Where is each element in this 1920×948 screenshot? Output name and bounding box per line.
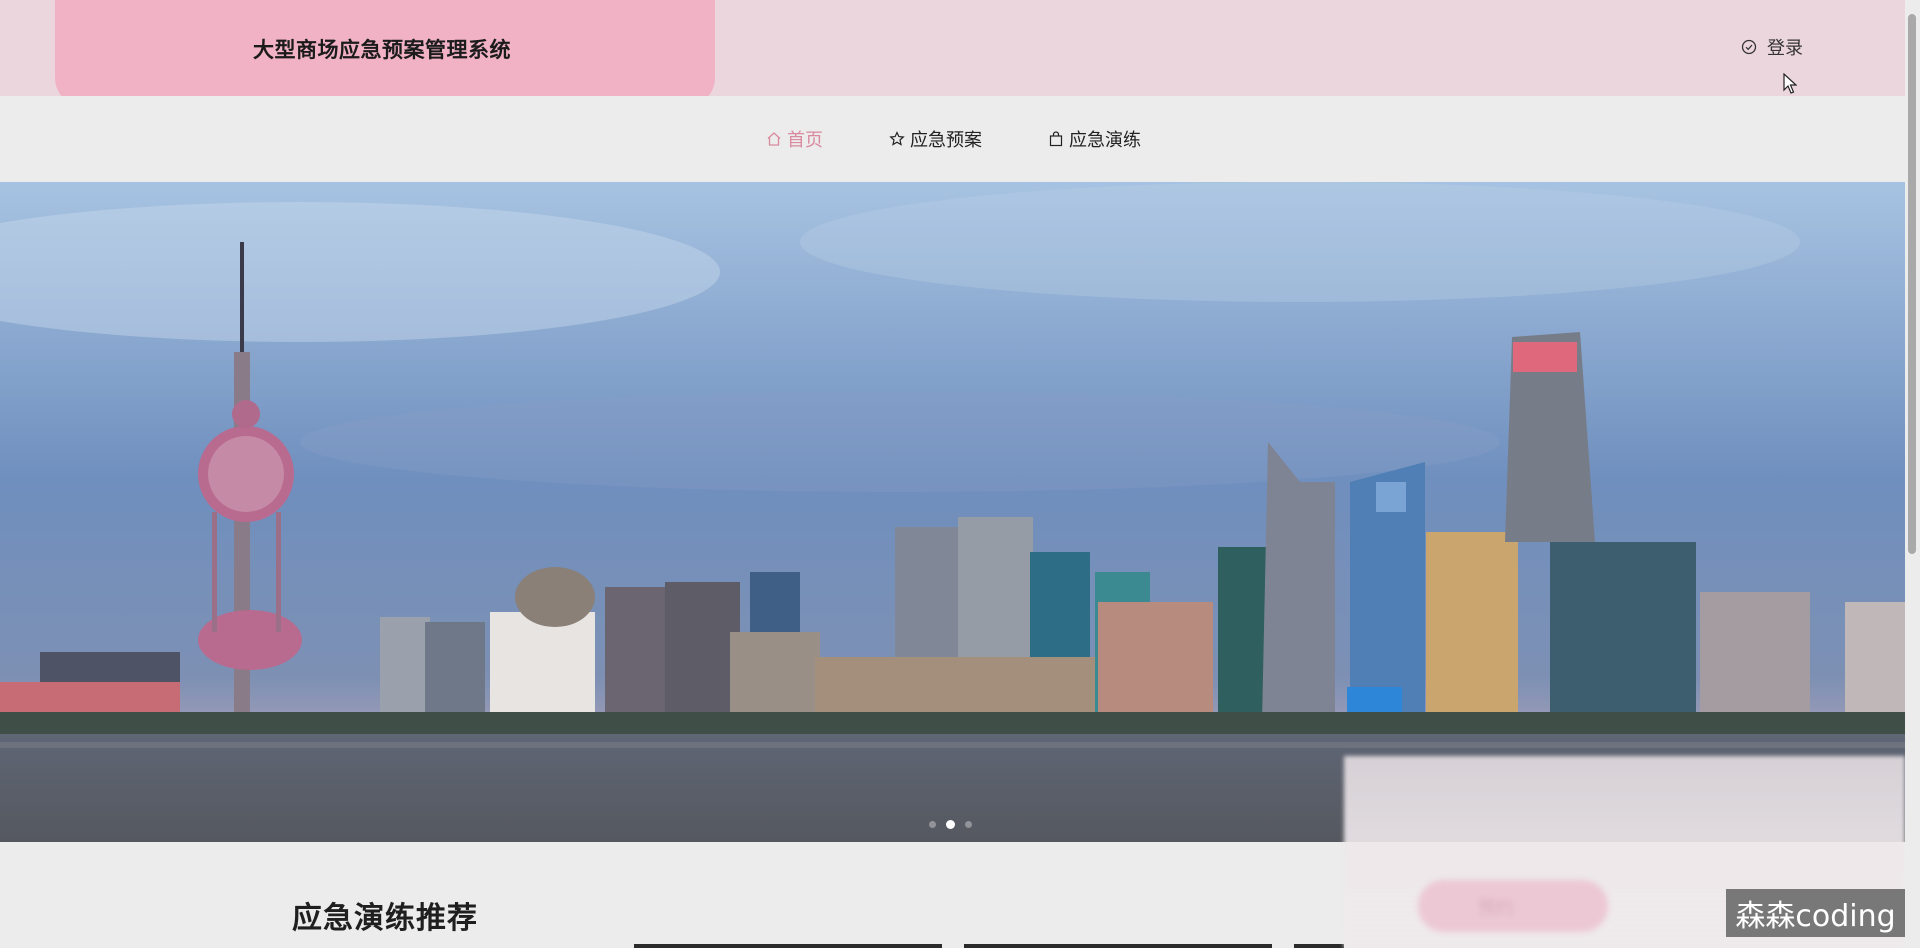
- card-top-edge: [634, 944, 942, 948]
- home-icon: [767, 132, 781, 146]
- mouse-cursor-icon: [1783, 73, 1797, 94]
- nav-label: 首页: [787, 130, 823, 150]
- main-nav: 首页 应急预案 应急演练: [0, 96, 1905, 182]
- nav-label: 应急预案: [910, 130, 982, 150]
- brand-block: 大型商场应急预案管理系统: [55, 0, 715, 106]
- nav-item-emergency-plan[interactable]: 应急预案: [889, 127, 982, 151]
- carousel-dot-1[interactable]: [929, 821, 936, 828]
- nav-item-home[interactable]: 首页: [766, 127, 823, 151]
- watermark-label: 森森coding: [1726, 889, 1905, 937]
- carousel-dot-3[interactable]: [965, 821, 972, 828]
- check-circle-icon: [1741, 39, 1757, 55]
- app-title: 大型商场应急预案管理系统: [253, 39, 511, 62]
- section-title: 应急演练推荐: [292, 902, 478, 935]
- pill-label: 预约: [1478, 898, 1514, 918]
- bag-icon: [1049, 131, 1063, 147]
- star-icon: [889, 131, 905, 146]
- login-label: 登录: [1767, 38, 1803, 58]
- login-button[interactable]: 登录: [1741, 34, 1803, 60]
- carousel-dot-2[interactable]: [946, 820, 955, 829]
- page-scrollbar[interactable]: [1905, 0, 1920, 948]
- card-top-edge: [964, 944, 1272, 948]
- banner-carousel[interactable]: [0, 182, 1905, 842]
- nav-item-emergency-drill[interactable]: 应急演练: [1048, 127, 1141, 151]
- card-top-edge: [1294, 944, 1344, 948]
- top-header: 大型商场应急预案管理系统 登录: [0, 0, 1905, 106]
- nav-label: 应急演练: [1069, 130, 1141, 150]
- scrollbar-thumb[interactable]: [1908, 14, 1916, 554]
- city-skyline-image: [0, 182, 1905, 842]
- carousel-dots: [929, 820, 972, 829]
- blurred-pill-button[interactable]: 预约: [1418, 880, 1608, 932]
